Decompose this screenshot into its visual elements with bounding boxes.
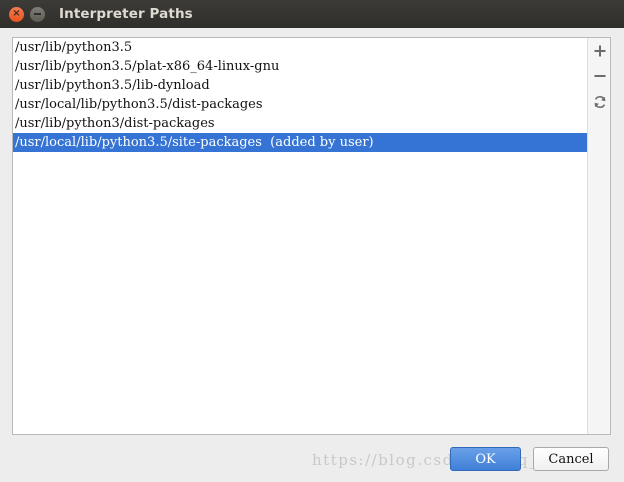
dialog-footer: https://blog.csdn.net/qq_2??m7 OK Cancel xyxy=(0,440,624,482)
title-bar: × Interpreter Paths xyxy=(0,0,624,28)
minus-icon xyxy=(594,75,606,77)
reload-paths-button[interactable] xyxy=(591,93,609,111)
reload-icon xyxy=(594,95,606,109)
paths-list[interactable]: /usr/lib/python3.5/usr/lib/python3.5/pla… xyxy=(13,38,587,434)
paths-panel: /usr/lib/python3.5/usr/lib/python3.5/pla… xyxy=(12,37,611,435)
plus-icon xyxy=(594,45,606,57)
window-title: Interpreter Paths xyxy=(59,6,193,22)
path-list-item[interactable]: /usr/lib/python3.5/plat-x86_64-linux-gnu xyxy=(13,57,587,76)
minimize-icon xyxy=(34,13,41,15)
path-list-item[interactable]: /usr/lib/python3.5 xyxy=(13,38,587,57)
path-list-item[interactable]: /usr/lib/python3.5/lib-dynload xyxy=(13,76,587,95)
window-close-button[interactable]: × xyxy=(9,6,24,22)
add-path-button[interactable] xyxy=(591,42,609,60)
path-list-item[interactable]: /usr/lib/python3/dist-packages xyxy=(13,114,587,133)
window-minimize-button[interactable] xyxy=(30,6,45,22)
close-icon: × xyxy=(12,8,21,19)
remove-path-button[interactable] xyxy=(591,67,609,85)
ok-button[interactable]: OK xyxy=(450,447,521,471)
list-toolbar xyxy=(587,38,610,434)
path-list-item[interactable]: /usr/local/lib/python3.5/dist-packages xyxy=(13,95,587,114)
interpreter-paths-dialog: × Interpreter Paths /usr/lib/python3.5/u… xyxy=(0,0,624,482)
cancel-button[interactable]: Cancel xyxy=(533,447,609,471)
path-list-item[interactable]: /usr/local/lib/python3.5/site-packages (… xyxy=(13,133,587,152)
